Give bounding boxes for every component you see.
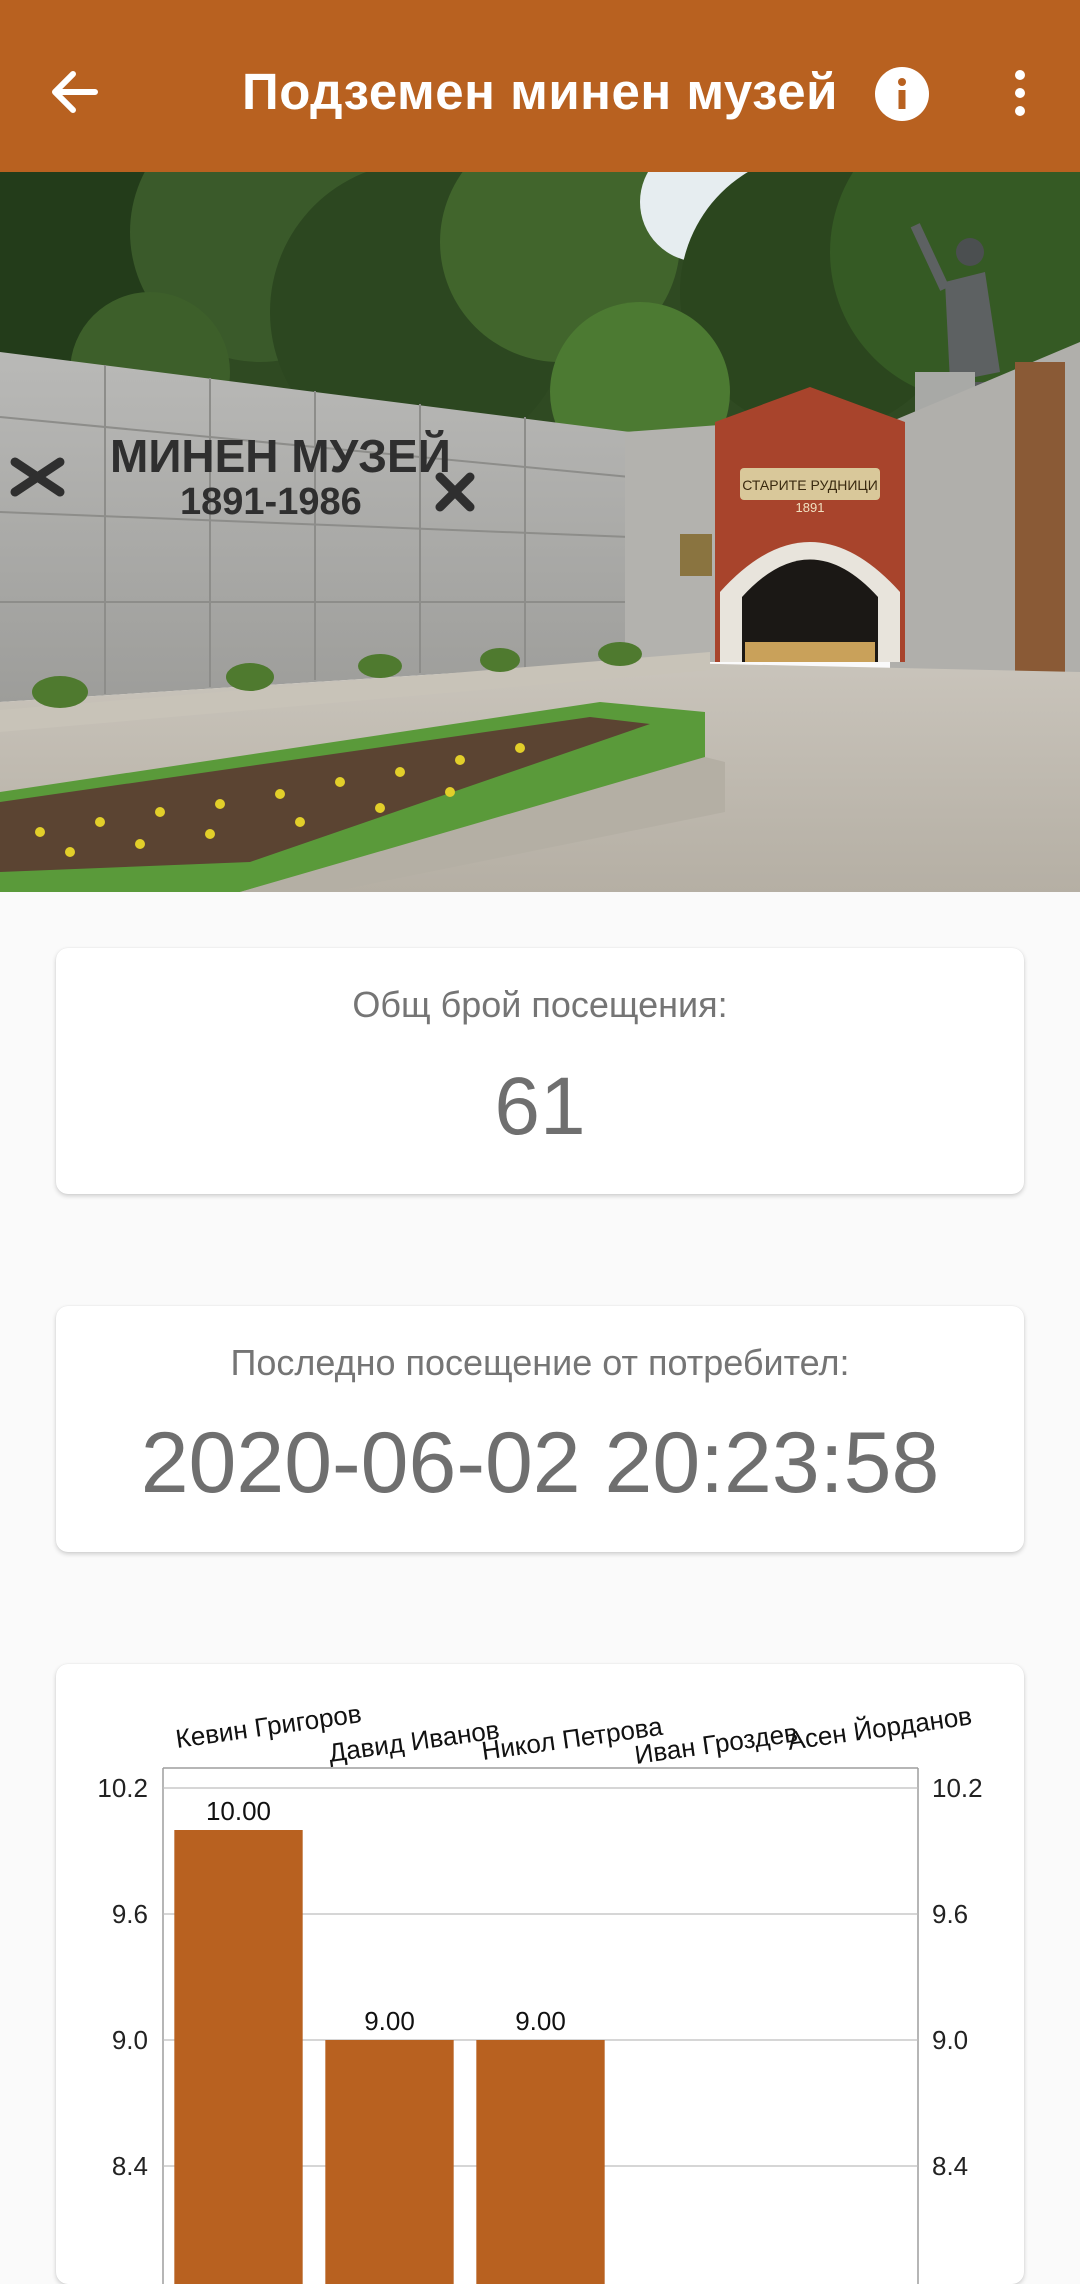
- more-options-button[interactable]: [990, 60, 1050, 126]
- y-tick-label-right: 10.2: [932, 1773, 983, 1803]
- visitors-chart-card: 10.2 10.2 9.6 9.6 9.0 9.0 8.4 8.4 Кевин Григоров…: [56, 1664, 1024, 2284]
- bar-value-label: 10.00: [206, 1796, 271, 1826]
- y-tick-label-left: 8.4: [112, 2151, 148, 2181]
- total-visits-card: Общ брой посещения: 61: [56, 948, 1024, 1194]
- wall-sign-years: 1891-1986: [180, 481, 362, 523]
- info-icon: [875, 67, 929, 121]
- y-tick-label-left: 10.2: [97, 1773, 148, 1803]
- last-visit-label: Последно посещение от потребител:: [230, 1342, 850, 1383]
- app-bar: Подземен минен музей: [0, 0, 1080, 172]
- y-tick-label-right: 9.0: [932, 2025, 968, 2055]
- total-visits-value: 61: [494, 1061, 586, 1152]
- arch-sign-year: 1891: [796, 500, 825, 515]
- info-button[interactable]: [872, 64, 932, 124]
- total-visits-label: Общ брой посещения:: [352, 984, 728, 1025]
- arch-sign-text: СТАРИТЕ РУДНИЦИ: [742, 477, 878, 493]
- last-visit-value: 2020-06-02 20:23:58: [140, 1415, 940, 1511]
- visitors-bar-chart: 10.2 10.29.6 9.69.0 9.08.4 8.4Кевин Григоров…: [97, 1698, 983, 2284]
- more-vert-icon: [1015, 70, 1025, 116]
- last-visit-card: Последно посещение от потребител: 2020-0…: [56, 1306, 1024, 1552]
- bar-value-label: 9.00: [515, 2006, 566, 2036]
- category-label: Асен Йорданов: [786, 1700, 974, 1756]
- bar: [325, 2040, 454, 2284]
- y-tick-label-left: 9.0: [112, 2025, 148, 2055]
- y-tick-label-right: 8.4: [932, 2151, 968, 2181]
- bar: [476, 2040, 605, 2284]
- y-tick-label-left: 9.6: [112, 1899, 148, 1929]
- wall-sign-text: МИНЕН МУЗЕЙ: [110, 430, 451, 482]
- bar: [174, 1830, 303, 2284]
- y-tick-label-right: 9.6: [932, 1899, 968, 1929]
- museum-photo: МИНЕН МУЗЕЙ 1891-1986 СТАРИТЕ РУДНИЦИ 18…: [0, 172, 1080, 892]
- bar-value-label: 9.00: [364, 2006, 415, 2036]
